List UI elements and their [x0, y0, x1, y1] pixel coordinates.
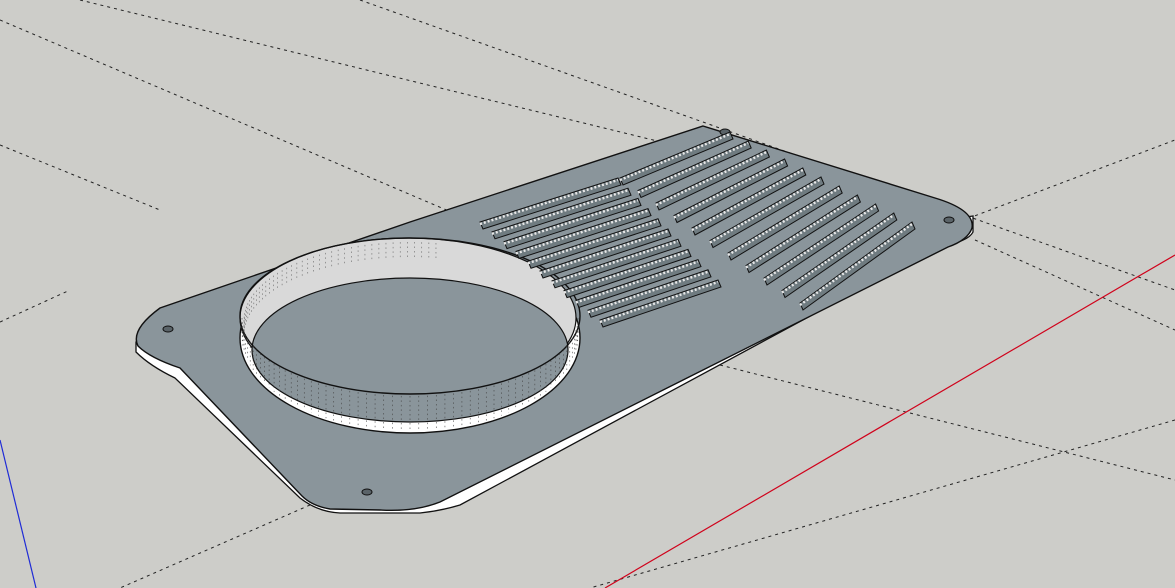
mounting-hole[interactable] [162, 325, 174, 333]
guide-line [119, 504, 311, 588]
mounting-hole[interactable] [361, 488, 373, 496]
guide-line [0, 144, 161, 211]
guide-line [719, 364, 1175, 481]
guide-line [974, 239, 1175, 331]
mounting-hole[interactable] [943, 216, 955, 224]
blue-axis [0, 439, 37, 588]
guide-line [589, 419, 1175, 588]
guide-line [0, 19, 471, 221]
model-canvas[interactable] [0, 0, 1175, 588]
ring-opening [251, 277, 569, 423]
duct-ring[interactable] [239, 237, 581, 434]
guide-line [0, 289, 71, 323]
guide-line [79, 0, 736, 161]
3d-viewport[interactable] [0, 0, 1175, 588]
